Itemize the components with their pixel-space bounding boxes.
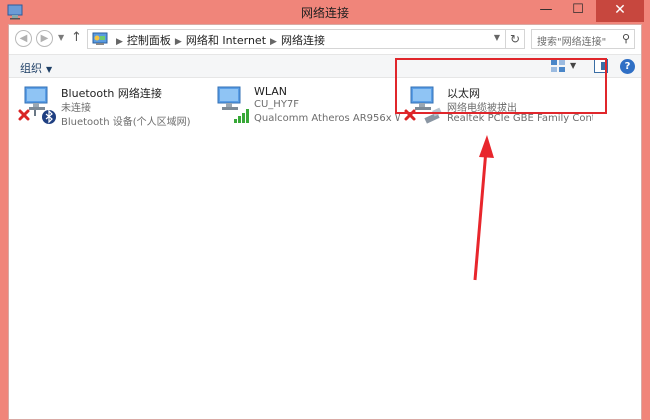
breadcrumb-separator-icon[interactable]: ▶ bbox=[116, 37, 123, 47]
maximize-button[interactable]: ☐ bbox=[564, 0, 592, 22]
address-history-chevron-icon[interactable]: ▼ bbox=[494, 33, 500, 42]
minimize-button[interactable]: — bbox=[532, 0, 560, 22]
breadcrumb: ▶ 控制面板 ▶ 网络和 Internet ▶ 网络连接 bbox=[112, 32, 325, 48]
help-icon[interactable]: ? bbox=[620, 59, 635, 74]
search-icon[interactable]: ⚲ bbox=[622, 32, 630, 45]
up-arrow-icon[interactable]: ↑ bbox=[71, 30, 82, 45]
connection-item-bluetooth[interactable]: Bluetooth 网络连接 未连接 Bluetooth 设备(个人区域网) bbox=[17, 83, 213, 129]
bluetooth-network-icon bbox=[18, 86, 56, 124]
connections-list: Bluetooth 网络连接 未连接 Bluetooth 设备(个人区域网) W… bbox=[9, 79, 641, 419]
connection-device: Qualcomm Atheros AR956x Wi... bbox=[254, 113, 400, 124]
back-button[interactable]: ◀ bbox=[15, 30, 32, 47]
connection-device: Bluetooth 设备(个人区域网) bbox=[61, 117, 191, 128]
close-button[interactable]: ✕ bbox=[596, 0, 644, 22]
chevron-down-icon: ▼ bbox=[46, 65, 53, 74]
control-panel-icon bbox=[92, 32, 108, 45]
connection-device: Realtek PCIe GBE Family Contr... bbox=[447, 113, 593, 124]
navigation-bar: ◀ ▶ ▼ ↑ ▶ 控制面板 ▶ 网络和 Internet ▶ 网络连接 ▼ ↻ 搜索"网… bbox=[9, 25, 641, 53]
breadcrumb-network-internet[interactable]: 网络和 Internet bbox=[186, 34, 266, 47]
breadcrumb-separator-icon[interactable]: ▶ bbox=[175, 37, 182, 47]
connection-name: WLAN bbox=[254, 85, 288, 98]
breadcrumb-control-panel[interactable]: 控制面板 bbox=[127, 34, 171, 47]
connection-status: 未连接 bbox=[61, 103, 91, 114]
organize-menu-button[interactable]: 组织 ▼ bbox=[20, 60, 52, 76]
forward-button[interactable]: ▶ bbox=[36, 30, 53, 47]
search-box[interactable]: 搜索"网络连接" ⚲ bbox=[531, 29, 635, 49]
refresh-button[interactable]: ↻ bbox=[505, 29, 525, 49]
breadcrumb-network-connections[interactable]: 网络连接 bbox=[281, 34, 325, 47]
title-bar: 网络连接 — ☐ ✕ bbox=[0, 0, 650, 24]
breadcrumb-separator-icon[interactable]: ▶ bbox=[270, 37, 277, 47]
connection-status: CU_HY7F bbox=[254, 99, 300, 110]
organize-label: 组织 bbox=[20, 62, 42, 75]
recent-locations-chevron-icon[interactable]: ▼ bbox=[58, 33, 64, 42]
annotation-highlight-box bbox=[395, 58, 607, 114]
connection-item-wlan[interactable]: WLAN CU_HY7F Qualcomm Atheros AR956x Wi.… bbox=[210, 83, 406, 129]
address-bar[interactable]: ▶ 控制面板 ▶ 网络和 Internet ▶ 网络连接 ▼ bbox=[87, 29, 525, 49]
disconnected-x-icon bbox=[18, 109, 30, 121]
signal-bars-icon bbox=[234, 109, 249, 123]
wifi-network-icon bbox=[217, 86, 249, 123]
search-input[interactable]: 搜索"网络连接" bbox=[537, 33, 606, 48]
